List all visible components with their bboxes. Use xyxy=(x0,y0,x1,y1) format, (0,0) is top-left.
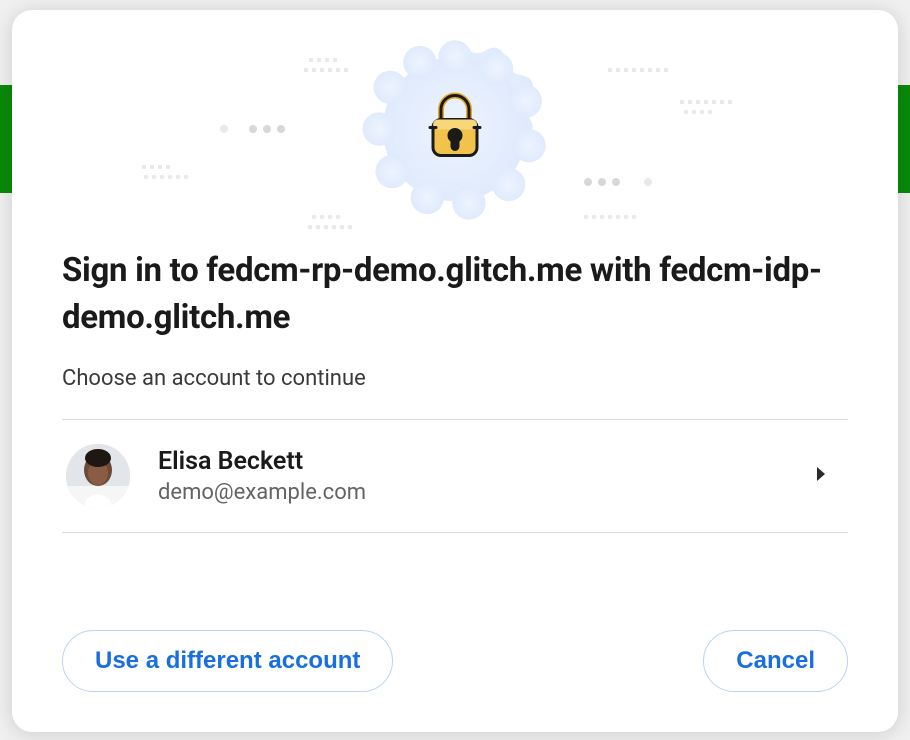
divider xyxy=(62,532,848,533)
decorative-dashes xyxy=(144,175,188,179)
use-different-account-button[interactable]: Use a different account xyxy=(62,630,393,692)
cancel-button[interactable]: Cancel xyxy=(703,630,848,692)
account-name: Elisa Beckett xyxy=(158,447,814,476)
decorative-dashes xyxy=(584,215,636,219)
lock-icon xyxy=(424,89,486,165)
chevron-right-icon xyxy=(814,465,828,487)
button-row: Use a different account Cancel xyxy=(62,582,848,692)
account-email: demo@example.com xyxy=(158,480,814,505)
decorative-dashes xyxy=(142,165,170,169)
dialog-title: Sign in to fedcm-rp-demo.glitch.me with … xyxy=(62,248,848,342)
signin-dialog: Sign in to fedcm-rp-demo.glitch.me with … xyxy=(12,10,898,732)
decorative-dots xyxy=(644,178,652,186)
decorative-dots xyxy=(249,125,285,133)
dialog-content: Sign in to fedcm-rp-demo.glitch.me with … xyxy=(12,248,898,732)
decorative-dots xyxy=(220,125,228,133)
user-avatar xyxy=(66,444,130,508)
decorative-dashes xyxy=(309,58,337,62)
decorative-dashes xyxy=(608,68,668,72)
decorative-dashes xyxy=(684,110,712,114)
decorative-dots xyxy=(584,178,620,186)
account-row[interactable]: Elisa Beckett demo@example.com xyxy=(62,420,848,532)
decorative-dashes xyxy=(680,100,732,104)
decorative-dashes xyxy=(308,225,352,229)
decorative-dashes xyxy=(312,215,340,219)
account-text: Elisa Beckett demo@example.com xyxy=(158,447,814,505)
dialog-subtitle: Choose an account to continue xyxy=(62,366,848,391)
hero-illustration xyxy=(12,10,898,248)
decorative-dashes xyxy=(304,68,348,72)
